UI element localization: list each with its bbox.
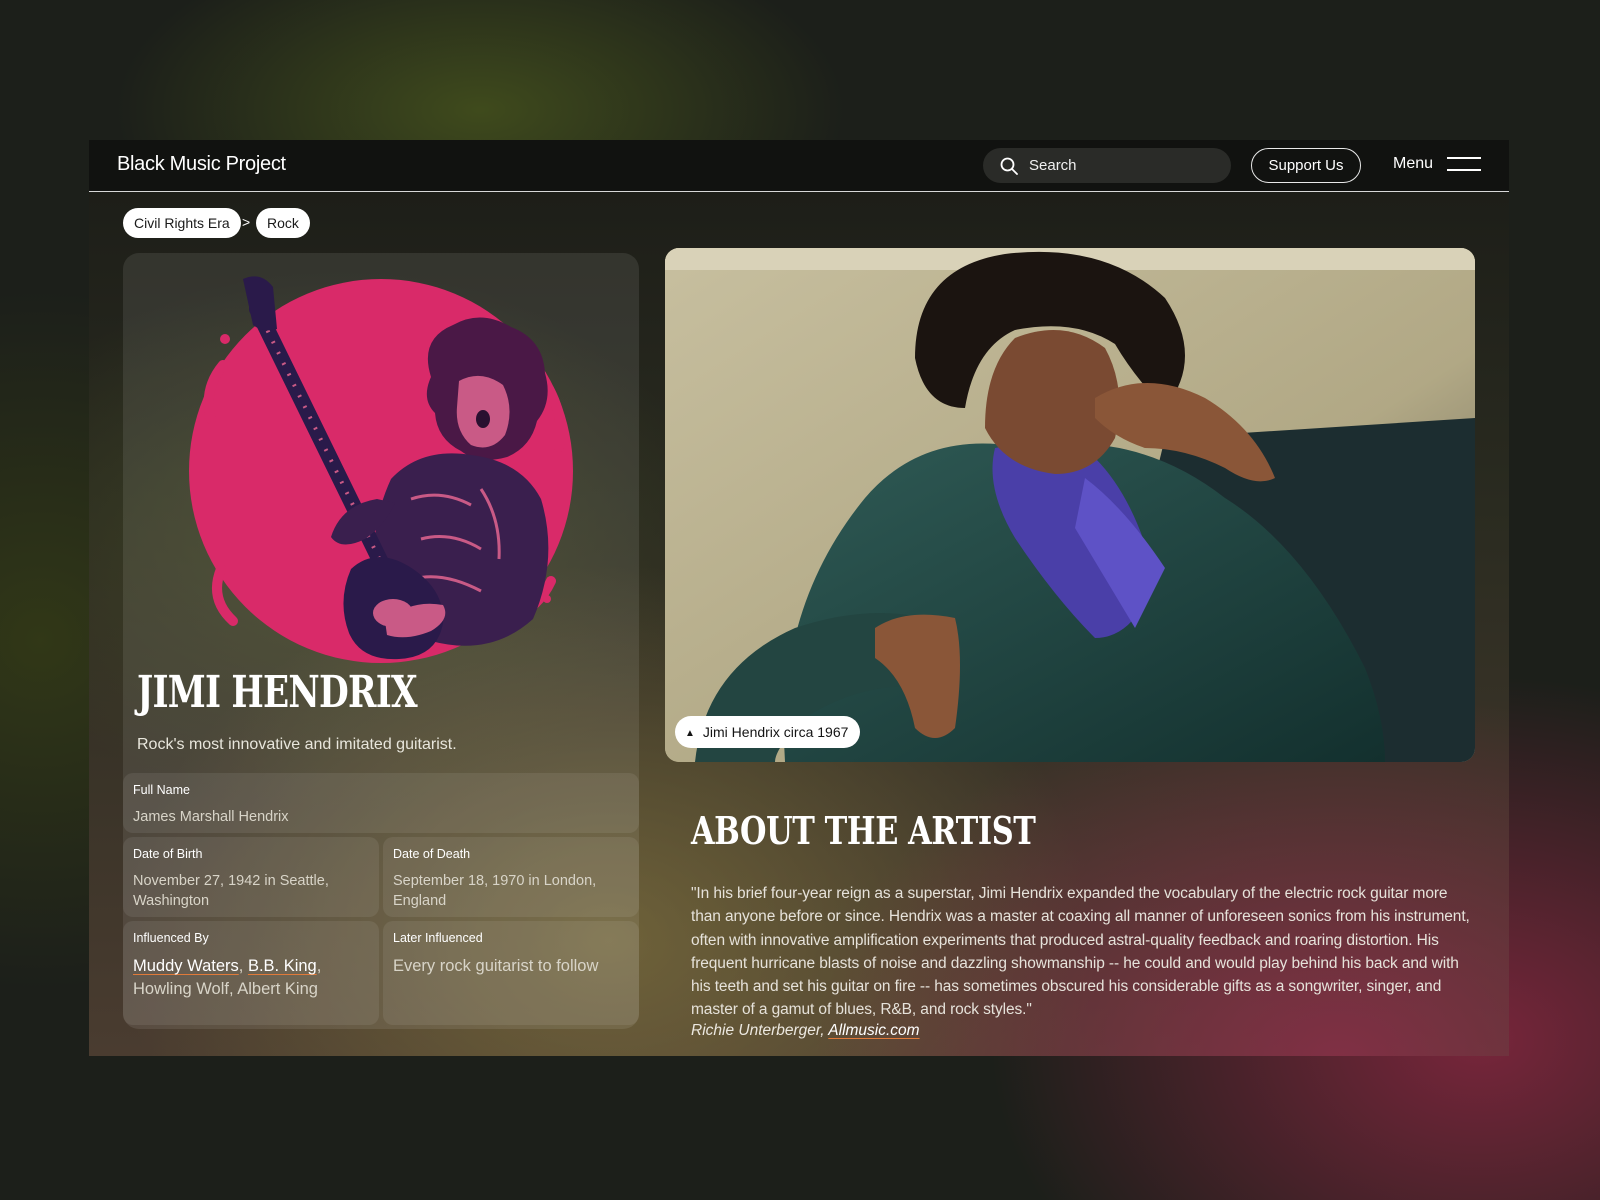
link-muddy-waters[interactable]: Muddy Waters xyxy=(133,957,239,975)
fact-value: September 18, 1970 in London, England xyxy=(393,873,597,909)
fact-value: Muddy Waters, B.B. King, Howling Wolf, Al… xyxy=(133,957,322,998)
search-icon xyxy=(1000,157,1018,175)
fact-full-name: Full Name James Marshall Hendrix xyxy=(123,773,639,833)
about-heading: ABOUT THE ARTIST xyxy=(691,808,1036,853)
fact-date-of-death: Date of Death September 18, 1970 in Lond… xyxy=(383,837,639,917)
influenced-by-rest: Howling Wolf, Albert King xyxy=(133,980,318,998)
fact-later-influenced: Later Influenced Every rock guitarist to… xyxy=(383,921,639,1025)
fact-value: James Marshall Hendrix xyxy=(133,809,289,825)
artist-photo: ▲ Jimi Hendrix circa 1967 xyxy=(665,248,1475,762)
artist-name: JIMI HENDRIX xyxy=(137,667,418,718)
fact-value: Every rock guitarist to follow xyxy=(393,957,599,975)
fact-label: Full Name xyxy=(133,783,190,797)
guitarist-illustration-icon xyxy=(189,276,573,663)
fact-influenced-by: Influenced By Muddy Waters, B.B. King, Ho… xyxy=(123,921,379,1025)
link-bb-king[interactable]: B.B. King xyxy=(248,957,317,975)
fact-label: Influenced By xyxy=(133,931,209,945)
search-placeholder: Search xyxy=(1029,157,1077,174)
artist-card: JIMI HENDRIX Rock's most innovative and … xyxy=(123,253,639,1029)
fact-date-of-birth: Date of Birth November 27, 1942 in Seatt… xyxy=(123,837,379,917)
breadcrumb-item-civil-rights-era[interactable]: Civil Rights Era xyxy=(123,208,241,238)
about-credit: Richie Unterberger, Allmusic.com xyxy=(691,1022,920,1040)
photo-caption[interactable]: ▲ Jimi Hendrix circa 1967 xyxy=(675,716,861,748)
credit-author: Richie Unterberger, xyxy=(691,1022,829,1039)
fact-label: Date of Birth xyxy=(133,847,203,861)
search-input[interactable]: Search xyxy=(983,148,1231,183)
menu-label[interactable]: Menu xyxy=(1393,155,1433,173)
triangle-up-icon: ▲ xyxy=(685,728,695,739)
breadcrumb-item-rock[interactable]: Rock xyxy=(256,208,310,238)
fact-value: November 27, 1942 in Seattle, Washington xyxy=(133,873,329,909)
support-us-button[interactable]: Support Us xyxy=(1251,148,1361,183)
breadcrumb-separator: > xyxy=(242,214,251,230)
credit-source-link[interactable]: Allmusic.com xyxy=(828,1022,919,1039)
hamburger-menu-icon[interactable] xyxy=(1447,155,1481,173)
caption-text: Jimi Hendrix circa 1967 xyxy=(702,724,849,740)
fact-label: Later Influenced xyxy=(393,931,483,945)
about-quote: "In his brief four-year reign as a super… xyxy=(691,885,1470,1019)
brand-logo[interactable]: Black Music Project xyxy=(117,153,286,176)
artist-tagline: Rock's most innovative and imitated guit… xyxy=(137,736,457,753)
fact-label: Date of Death xyxy=(393,847,471,861)
top-nav: Black Music Project Search Support Us Me… xyxy=(89,140,1509,192)
app-window: Black Music Project Search Support Us Me… xyxy=(89,140,1509,1056)
portrait-image xyxy=(665,248,1475,762)
